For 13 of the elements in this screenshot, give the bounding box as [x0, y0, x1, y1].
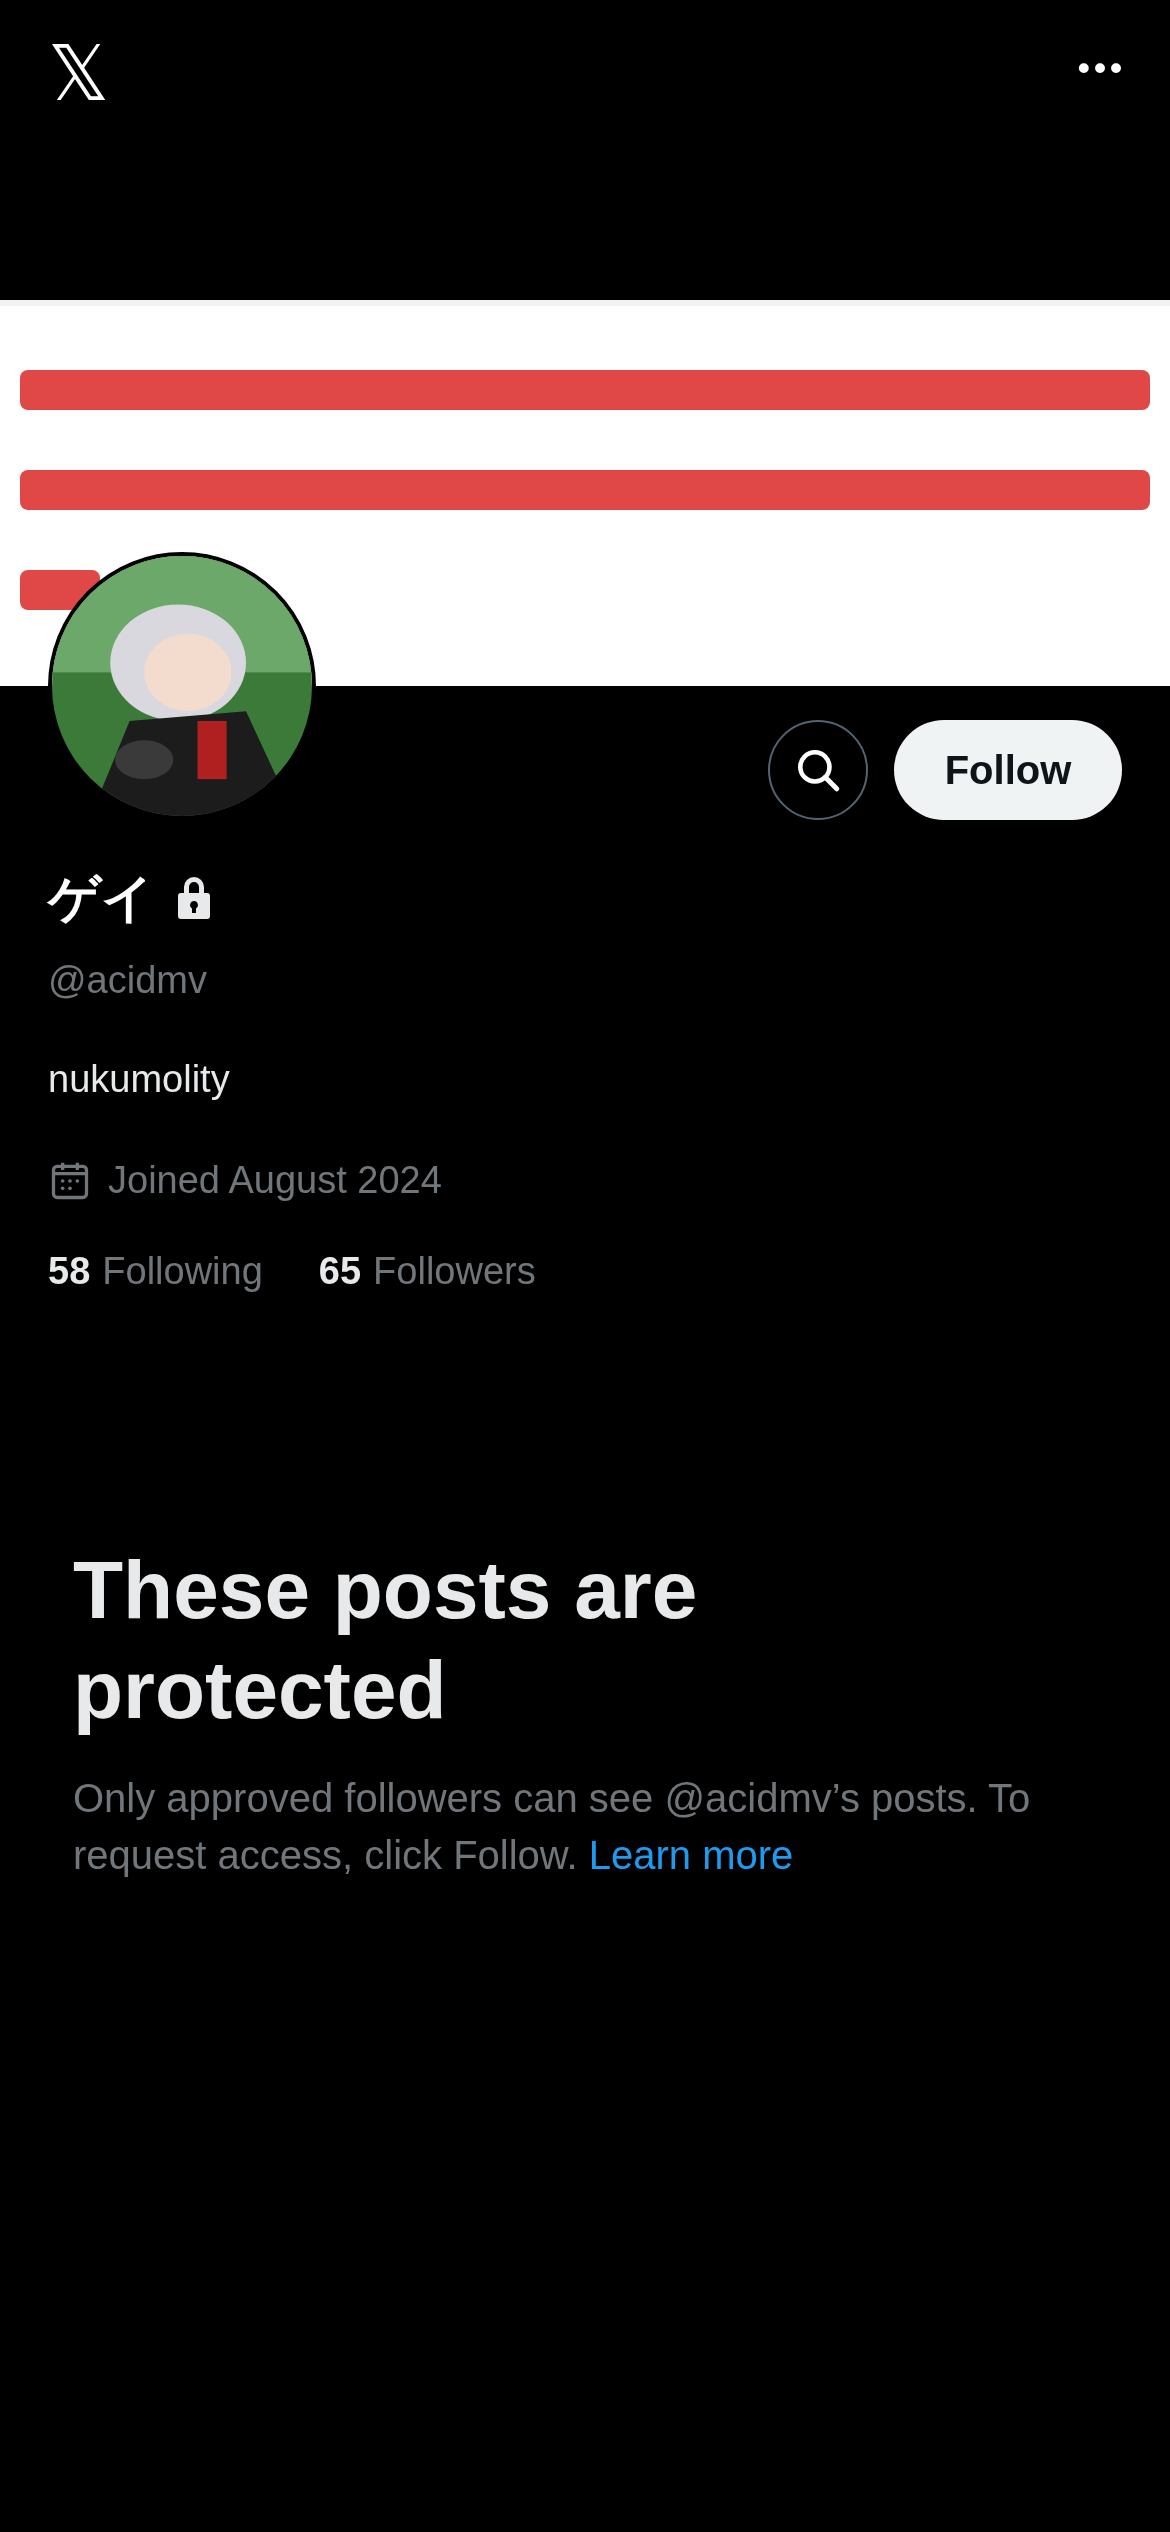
follow-button[interactable]: Follow: [894, 720, 1122, 820]
stat-link[interactable]: 58 Following: [48, 1243, 263, 1300]
learn-more-link[interactable]: Learn more: [588, 1833, 794, 1877]
x-logo[interactable]: 𝕏: [48, 36, 110, 112]
more-menu-button[interactable]: •••: [1073, 52, 1122, 86]
display-name: ゲイ: [48, 872, 154, 924]
search-button[interactable]: [768, 720, 868, 820]
protected-heading: These posts are protected: [73, 1543, 699, 1737]
user-handle: @acidmv: [48, 958, 208, 1003]
join-date: Joined August 2024: [108, 1158, 442, 1203]
bio-text: nukumolity: [48, 1057, 231, 1102]
protected-message: Only approved followers can see @acidmv’s posts. To request access, click Follow. Learn more: [73, 1775, 1032, 1879]
stat-link[interactable]: 65 Followers: [318, 1243, 536, 1300]
